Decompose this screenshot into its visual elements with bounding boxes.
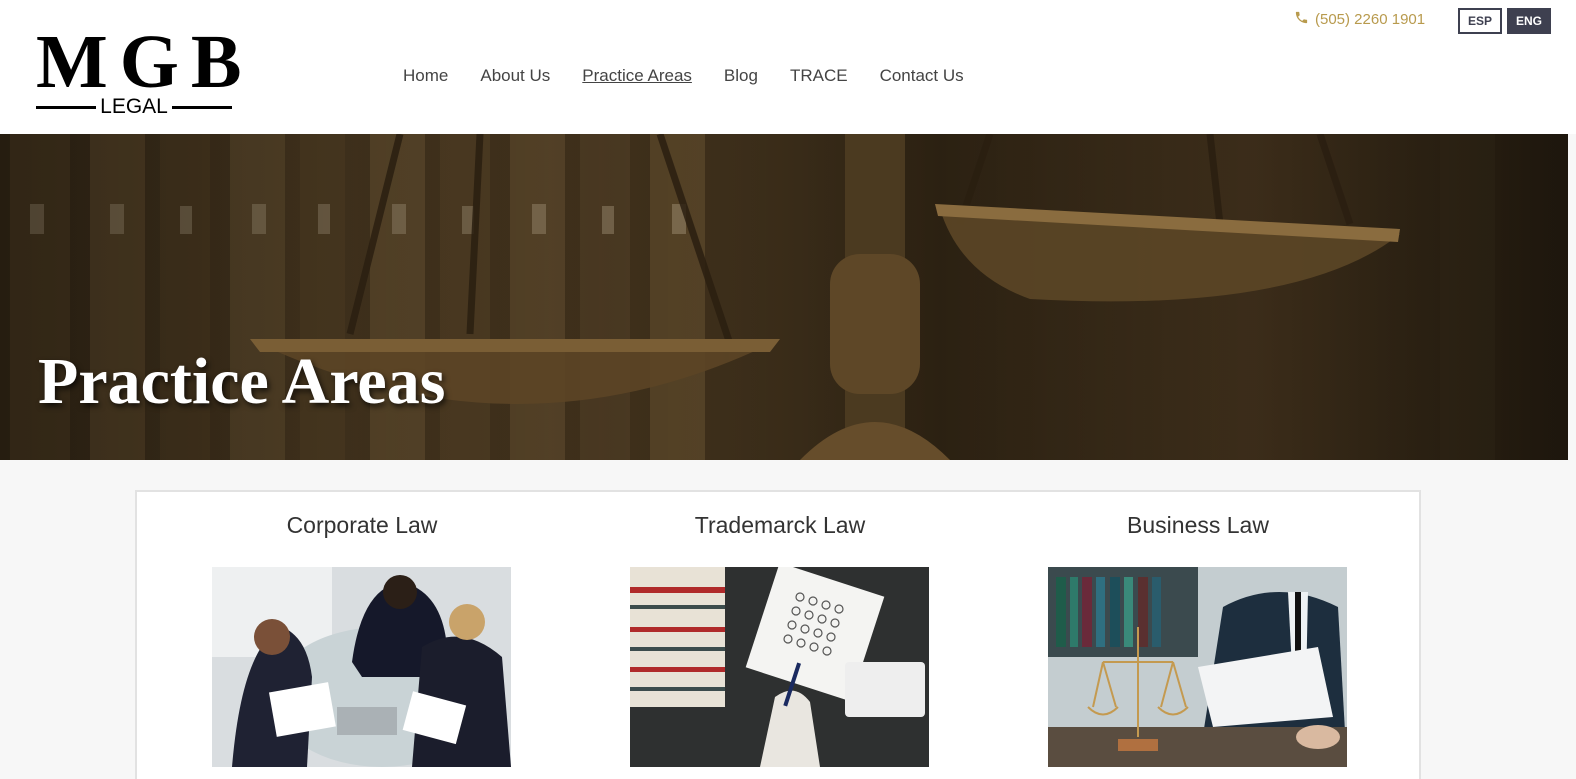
- practice-card-corporate[interactable]: Corporate Law: [153, 492, 571, 767]
- site-header: MGB LEGAL Home About Us Practice Areas B…: [0, 0, 1576, 134]
- page-title: Practice Areas: [38, 345, 446, 418]
- main-nav: Home About Us Practice Areas Blog TRACE …: [403, 66, 964, 86]
- phone-contact[interactable]: (505) 2260 1901: [1294, 10, 1425, 29]
- hero-banner: Practice Areas: [0, 134, 1568, 460]
- practice-card-title: Business Law: [1127, 512, 1269, 538]
- nav-home[interactable]: Home: [403, 66, 448, 86]
- practice-card-business[interactable]: Business Law: [989, 492, 1407, 767]
- phone-number: (505) 2260 1901: [1315, 11, 1426, 28]
- lang-eng-button[interactable]: ENG: [1507, 8, 1551, 34]
- scales-of-justice-image[interactable]: [1048, 567, 1347, 767]
- logo-rule-right: [171, 105, 232, 109]
- nav-blog[interactable]: Blog: [724, 66, 758, 86]
- lang-esp-button[interactable]: ESP: [1458, 8, 1502, 34]
- nav-about-us[interactable]: About Us: [480, 66, 550, 86]
- phone-icon: [1294, 10, 1309, 29]
- logo-mark: MGB: [36, 20, 254, 104]
- logo-subtitle: LEGAL: [36, 96, 232, 118]
- trademark-sheet-image[interactable]: [630, 567, 929, 767]
- practice-card-trademark[interactable]: Trademarck Law: [571, 492, 989, 767]
- nav-practice-areas[interactable]: Practice Areas: [582, 66, 692, 86]
- practice-areas-panel: Corporate Law Trademarck Law Business La…: [135, 490, 1421, 779]
- practice-card-title: Trademarck Law: [694, 512, 866, 538]
- logo-rule-left: [36, 105, 97, 109]
- logo-subtitle-text: LEGAL: [100, 95, 168, 118]
- business-meeting-image[interactable]: [212, 567, 511, 767]
- nav-trace[interactable]: TRACE: [790, 66, 848, 86]
- practice-card-title: Corporate Law: [286, 512, 438, 538]
- nav-contact-us[interactable]: Contact Us: [880, 66, 964, 86]
- site-logo[interactable]: MGB LEGAL: [36, 20, 254, 120]
